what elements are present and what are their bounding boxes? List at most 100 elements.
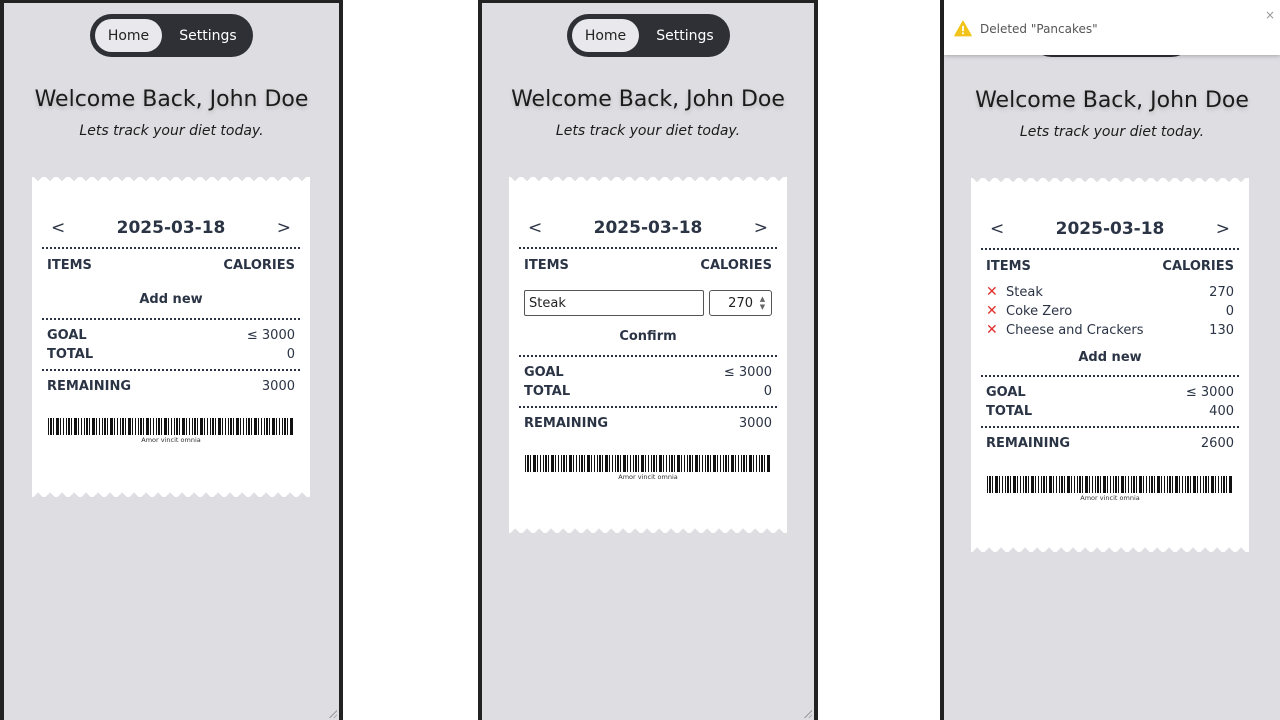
add-new-button[interactable]: Add new xyxy=(32,292,310,307)
items-header: ITEMS xyxy=(524,258,569,273)
remaining-value: 3000 xyxy=(261,379,295,394)
list-item: ✕ Coke Zero 0 xyxy=(986,303,1234,319)
goal-value: ≤ 3000 xyxy=(246,328,295,343)
column-headers: ITEMS CALORIES xyxy=(524,258,772,273)
total-label: TOTAL xyxy=(986,404,1033,419)
item-calories: 0 xyxy=(1225,303,1234,319)
delete-item-icon[interactable]: ✕ xyxy=(986,284,1006,300)
column-headers: ITEMS CALORIES xyxy=(47,258,295,273)
delete-item-icon[interactable]: ✕ xyxy=(986,303,1006,319)
barcode xyxy=(48,418,294,435)
date-label: 2025-03-18 xyxy=(116,218,226,238)
toast-message: Deleted "Pancakes" xyxy=(980,22,1098,36)
tagline: Lets track your diet today. xyxy=(1019,124,1205,140)
divider xyxy=(981,426,1239,428)
divider xyxy=(519,355,777,357)
remaining-label: REMAINING xyxy=(47,379,131,394)
item-name: Cheese and Crackers xyxy=(1006,322,1144,338)
items-header: ITEMS xyxy=(47,258,92,273)
total-value: 400 xyxy=(1209,404,1234,419)
motto: Amor vincit omnia xyxy=(1080,494,1140,502)
delete-item-icon[interactable]: ✕ xyxy=(986,322,1006,338)
remaining-label: REMAINING xyxy=(986,436,1070,451)
total-row: TOTAL 0 xyxy=(524,384,772,399)
total-row: TOTAL 400 xyxy=(986,404,1234,419)
calories-header: CALORIES xyxy=(700,258,772,273)
phone-screen-2: Home Settings Welcome Back, John Doe Let… xyxy=(478,0,818,720)
next-day-button[interactable]: > xyxy=(750,218,772,238)
confirm-button[interactable]: Confirm xyxy=(509,329,787,344)
tagline: Lets track your diet today. xyxy=(555,123,741,139)
goal-label: GOAL xyxy=(47,328,87,343)
total-label: TOTAL xyxy=(47,347,94,362)
calorie-stepper[interactable]: ▲ ▼ xyxy=(758,295,767,311)
resize-grip[interactable] xyxy=(803,709,812,718)
remaining-label: REMAINING xyxy=(524,416,608,431)
next-day-button[interactable]: > xyxy=(1212,219,1234,239)
receipt-card: < 2025-03-18 > ITEMS CALORIES ▲▼ Confirm… xyxy=(509,177,787,533)
add-new-button[interactable]: Add new xyxy=(971,350,1249,365)
item-calories: 270 xyxy=(1209,284,1234,300)
prev-day-button[interactable]: < xyxy=(986,219,1008,239)
date-label: 2025-03-18 xyxy=(593,218,703,238)
date-row: < 2025-03-18 > xyxy=(47,218,295,238)
total-row: TOTAL 0 xyxy=(47,347,295,362)
nav-home-button[interactable]: Home xyxy=(572,19,639,52)
column-headers: ITEMS CALORIES xyxy=(986,259,1234,274)
welcome-heading: Welcome Back, John Doe xyxy=(34,87,309,112)
close-icon[interactable]: × xyxy=(1265,8,1275,22)
prev-day-button[interactable]: < xyxy=(524,218,546,238)
warning-icon xyxy=(954,20,972,37)
receipt-card: < 2025-03-18 > ITEMS CALORIES Add new GO… xyxy=(32,177,310,497)
goal-row: GOAL ≤ 3000 xyxy=(524,365,772,380)
total-value: 0 xyxy=(763,384,772,399)
tagline: Lets track your diet today. xyxy=(79,123,264,139)
phone-screen-3: Home Settings Welcome Back, John Doe Let… xyxy=(940,0,1280,720)
date-row: < 2025-03-18 > xyxy=(986,219,1234,239)
phone-screen-1: Home Settings Welcome Back, John Doe Let… xyxy=(0,0,343,720)
nav-settings-button[interactable]: Settings xyxy=(647,19,723,52)
welcome-heading: Welcome Back, John Doe xyxy=(975,88,1249,113)
top-nav: Home Settings xyxy=(90,14,253,57)
goal-value: ≤ 3000 xyxy=(723,365,772,380)
item-name-input[interactable] xyxy=(524,290,704,316)
item-name: Coke Zero xyxy=(1006,303,1073,319)
remaining-row: REMAINING 3000 xyxy=(47,379,295,394)
date-row: < 2025-03-18 > xyxy=(524,218,772,238)
remaining-row: REMAINING 2600 xyxy=(986,436,1234,451)
items-header: ITEMS xyxy=(986,259,1031,274)
welcome-heading: Welcome Back, John Doe xyxy=(511,87,785,112)
divider xyxy=(981,375,1239,377)
calories-header: CALORIES xyxy=(223,258,295,273)
item-calories: 130 xyxy=(1209,322,1234,338)
divider xyxy=(42,369,300,371)
motto: Amor vincit omnia xyxy=(141,436,201,444)
resize-grip[interactable] xyxy=(328,709,337,718)
goal-row: GOAL ≤ 3000 xyxy=(47,328,295,343)
divider xyxy=(519,247,777,249)
motto: Amor vincit omnia xyxy=(618,473,678,481)
divider xyxy=(519,406,777,408)
top-nav: Home Settings xyxy=(567,14,730,57)
barcode xyxy=(987,476,1233,493)
toast-notification: Deleted "Pancakes" × xyxy=(944,0,1280,55)
goal-value: ≤ 3000 xyxy=(1185,385,1234,400)
nav-home-button[interactable]: Home xyxy=(95,19,162,52)
goal-label: GOAL xyxy=(524,365,564,380)
list-item: ✕ Steak 270 xyxy=(986,284,1234,300)
remaining-row: REMAINING 3000 xyxy=(524,416,772,431)
barcode xyxy=(525,455,771,472)
divider xyxy=(42,247,300,249)
divider xyxy=(981,248,1239,250)
total-label: TOTAL xyxy=(524,384,571,399)
divider xyxy=(42,318,300,320)
next-day-button[interactable]: > xyxy=(273,218,295,238)
nav-settings-button[interactable]: Settings xyxy=(170,19,246,52)
list-item: ✕ Cheese and Crackers 130 xyxy=(986,322,1234,338)
total-value: 0 xyxy=(286,347,295,362)
goal-label: GOAL xyxy=(986,385,1026,400)
calories-header: CALORIES xyxy=(1162,259,1234,274)
date-label: 2025-03-18 xyxy=(1055,219,1165,239)
prev-day-button[interactable]: < xyxy=(47,218,69,238)
receipt-card: < 2025-03-18 > ITEMS CALORIES ✕ Steak 27… xyxy=(971,178,1249,552)
